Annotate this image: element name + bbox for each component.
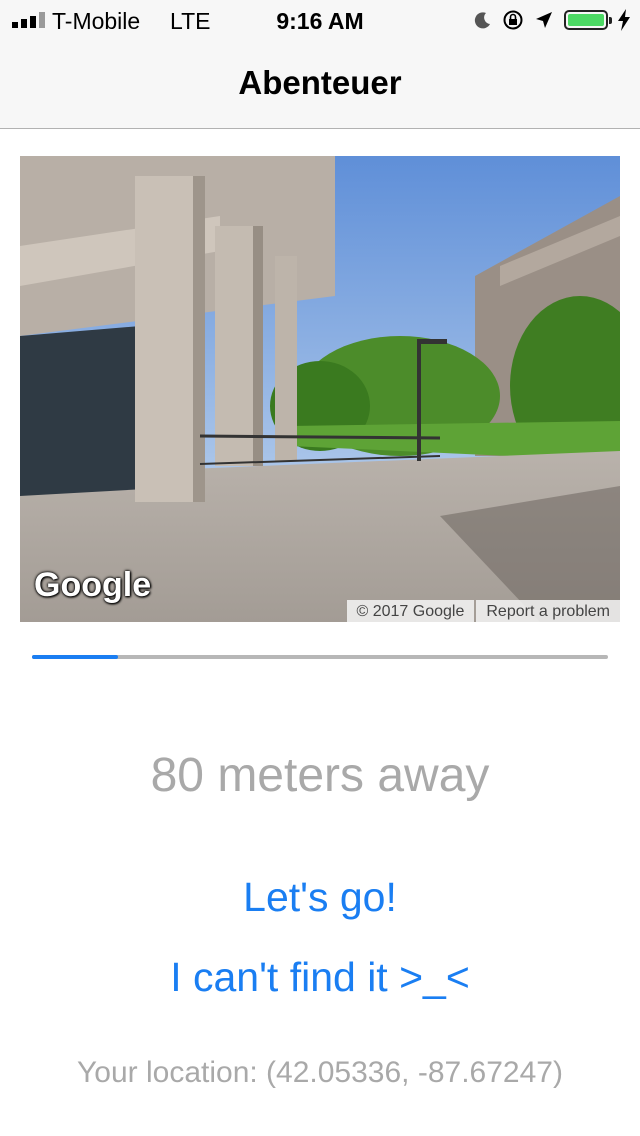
battery-cap (609, 17, 612, 24)
map-attribution: © 2017 Google Report a problem (346, 600, 620, 622)
google-logo: Google (34, 566, 152, 604)
street-view-photo (20, 156, 620, 622)
progress-bar (32, 655, 608, 659)
location-arrow-icon (536, 12, 552, 28)
distance-label: 80 meters away (150, 749, 490, 802)
street-view-image[interactable]: Google © 2017 Google Report a problem (20, 156, 620, 622)
report-problem-link[interactable]: Report a problem (476, 600, 620, 622)
orientation-lock-icon (503, 10, 523, 30)
cant-find-button[interactable]: I can't find it >_< (0, 954, 640, 1001)
moon-icon (474, 12, 490, 29)
copyright-label: © 2017 Google (346, 600, 475, 622)
location-label: Your location: (42.05336, -87.67247) (77, 1056, 563, 1089)
charging-bolt-icon (618, 9, 630, 31)
status-icons (474, 6, 630, 34)
battery-level-fill (568, 14, 604, 26)
navigation-bar: Abenteuer (0, 40, 640, 129)
status-bar: T-Mobile LTE 9:16 AM (0, 0, 640, 40)
page-title: Abenteuer (238, 64, 402, 101)
lets-go-button[interactable]: Let's go! (0, 874, 640, 921)
progress-fill (32, 655, 119, 659)
battery-icon (564, 10, 612, 30)
